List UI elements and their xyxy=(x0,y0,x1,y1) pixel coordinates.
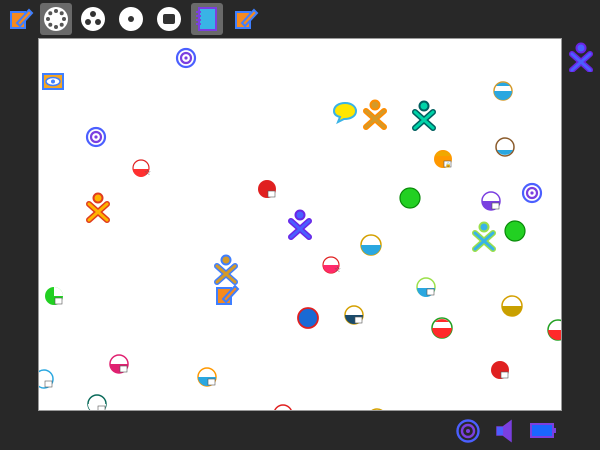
wireless-network-icon[interactable] xyxy=(501,295,523,317)
wireless-network-icon[interactable] xyxy=(360,234,382,256)
document-pencil-icon xyxy=(10,8,34,29)
tab-group-view[interactable] xyxy=(77,3,109,35)
tab-write-activity[interactable] xyxy=(229,3,261,35)
eye-icon[interactable] xyxy=(42,73,64,91)
document-pencil-icon xyxy=(235,8,259,29)
volume[interactable] xyxy=(493,418,519,448)
wireless-network-icon[interactable] xyxy=(489,359,511,381)
wireless-network-icon[interactable]: ☆ xyxy=(130,157,152,179)
activity-square-icon xyxy=(157,7,181,31)
mesh-target-icon[interactable] xyxy=(521,182,543,204)
buddy-xo-icon[interactable] xyxy=(288,209,312,240)
buddy-xo-icon xyxy=(569,42,593,73)
home-ring-icon xyxy=(119,7,143,31)
buddy-xo-icon[interactable] xyxy=(214,254,238,285)
wireless-network-icon[interactable] xyxy=(43,285,65,307)
network-status[interactable] xyxy=(455,418,481,448)
group-three-dots-icon xyxy=(81,7,105,31)
svg-text:☆: ☆ xyxy=(334,265,341,274)
wireless-network-icon[interactable] xyxy=(431,317,453,339)
svg-text:☆: ☆ xyxy=(144,168,151,177)
wireless-network-icon[interactable] xyxy=(39,368,55,390)
mesh-target-icon[interactable] xyxy=(85,126,107,148)
wireless-network-icon[interactable] xyxy=(256,178,278,200)
wireless-network-icon[interactable] xyxy=(480,190,502,212)
wireless-network-icon[interactable] xyxy=(504,220,526,242)
wireless-network-icon[interactable] xyxy=(272,403,294,410)
neighborhood-canvas: ☆ 🔒 ☆ xyxy=(38,38,562,411)
wireless-network-icon[interactable] xyxy=(399,187,421,209)
tab-my-activity[interactable] xyxy=(4,3,36,35)
chat-bubble-icon[interactable] xyxy=(332,101,358,125)
wireless-network-icon[interactable] xyxy=(196,366,218,388)
journal-notebook-icon xyxy=(196,7,217,31)
wireless-network-icon[interactable] xyxy=(415,276,437,298)
buddy-xo-icon[interactable] xyxy=(472,221,496,252)
wireless-network-icon[interactable]: ☆ xyxy=(320,254,342,276)
battery[interactable] xyxy=(529,420,559,446)
battery-icon xyxy=(530,423,556,438)
wireless-network-icon[interactable] xyxy=(86,393,108,410)
speaker-icon xyxy=(496,419,512,443)
tab-activity-view[interactable] xyxy=(153,3,185,35)
buddy-xo-icon[interactable] xyxy=(363,99,387,130)
neighborhood-dots-ring-icon xyxy=(44,7,68,31)
wireless-network-icon[interactable] xyxy=(494,136,516,158)
buddy-xo-icon[interactable] xyxy=(412,100,436,131)
wireless-network-icon[interactable] xyxy=(297,307,319,329)
wireless-network-icon[interactable]: 🔒 xyxy=(432,148,454,170)
svg-text:🔒: 🔒 xyxy=(445,161,451,168)
wireless-network-icon[interactable] xyxy=(343,304,365,326)
wireless-network-icon[interactable] xyxy=(108,353,130,375)
tab-journal[interactable] xyxy=(191,3,223,35)
wireless-network-icon[interactable] xyxy=(492,80,514,102)
top-toolbar xyxy=(0,0,600,38)
document-pencil-icon[interactable] xyxy=(215,282,240,306)
self-buddy[interactable] xyxy=(569,42,593,76)
buddy-xo-icon[interactable] xyxy=(86,192,110,223)
mesh-target-icon xyxy=(456,419,480,443)
tab-home-view[interactable] xyxy=(115,3,147,35)
wireless-network-icon[interactable] xyxy=(547,319,561,341)
mesh-target-icon[interactable] xyxy=(175,47,197,69)
tab-neighborhood-view[interactable] xyxy=(40,3,72,35)
wireless-network-icon[interactable] xyxy=(366,407,388,410)
